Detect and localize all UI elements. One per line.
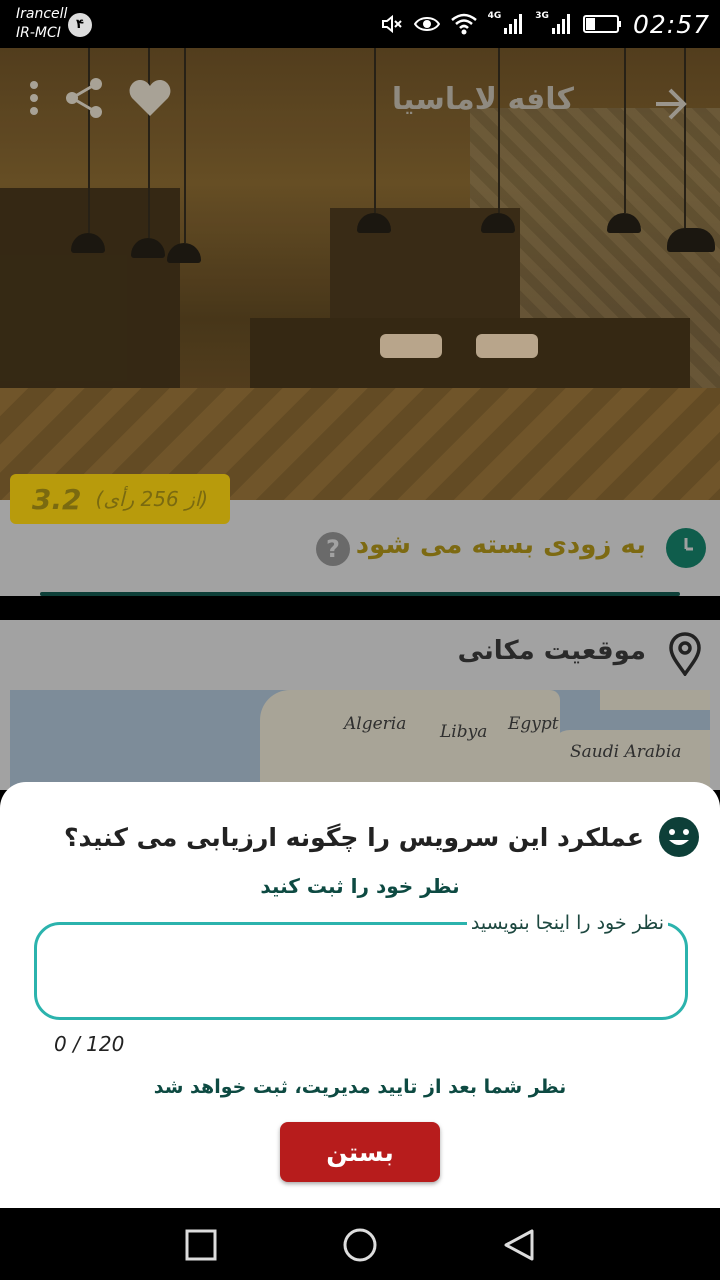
heart-icon	[129, 80, 171, 116]
help-icon[interactable]: ?	[316, 532, 350, 566]
battery-icon	[582, 15, 621, 33]
back-arrow-icon	[656, 88, 687, 120]
eye-icon	[413, 17, 440, 31]
back-button[interactable]	[650, 84, 690, 124]
signal-icon	[504, 14, 523, 34]
map-label-algeria: Algeria	[344, 714, 407, 734]
comment-field[interactable]	[34, 922, 688, 1020]
wifi-icon	[450, 13, 477, 35]
location-pin-icon	[669, 632, 701, 676]
dialog-header: عملکرد این سرویس را چگونه ارزیابی می کنی…	[64, 816, 700, 858]
comment-field-label: نظر خود را اینجا بنویسید	[466, 912, 668, 934]
comment-input[interactable]	[57, 935, 667, 1007]
dialog-prompt: نظر خود را ثبت کنید	[260, 874, 460, 898]
signal-icon-2	[551, 14, 570, 34]
carrier-name: Irancell IR-MCI	[16, 5, 67, 43]
map-label-saudi-arabia: Saudi Arabia	[570, 742, 682, 762]
system-nav-bar	[0, 1208, 720, 1280]
dialog-question: عملکرد این سرویس را چگونه ارزیابی می کنی…	[64, 822, 644, 852]
status-progress-line	[40, 592, 680, 596]
network-type-label: 4G	[487, 11, 502, 21]
recents-icon[interactable]	[182, 1226, 220, 1264]
close-button[interactable]: بستن	[280, 1122, 440, 1182]
carrier-line-1: Irancell	[16, 6, 68, 22]
rating-votes: (از 256 رأی)	[95, 487, 209, 511]
network-type-label-2: 3G	[535, 11, 549, 21]
rating-badge[interactable]: (از 256 رأی) 3.2	[10, 474, 230, 524]
more-vert-icon	[30, 81, 38, 115]
smiley-icon	[659, 817, 699, 857]
clock: 02:57	[632, 9, 710, 39]
app-bar	[0, 48, 720, 158]
sim-badge: ۴	[68, 13, 92, 37]
moderation-note: نظر شما بعد از تایید مدیریت، ثبت خواهد ش…	[153, 1076, 567, 1098]
mute-icon	[381, 14, 402, 34]
back-nav-icon[interactable]	[500, 1226, 538, 1264]
open-status-text: به زودی بسته می شود	[355, 530, 646, 560]
character-counter: 0 / 120	[54, 1032, 125, 1056]
more-options-button[interactable]	[22, 78, 46, 118]
carrier-line-2: IR-MCI	[16, 25, 61, 41]
rating-score: 3.2	[31, 482, 82, 516]
home-icon[interactable]	[341, 1226, 379, 1264]
share-icon	[66, 78, 102, 118]
favorite-button[interactable]	[126, 74, 174, 122]
location-map[interactable]: Algeria Libya Egypt Saudi Arabia	[10, 690, 710, 790]
map-label-egypt: Egypt	[508, 714, 559, 734]
location-title: موقعیت مکانی	[457, 636, 646, 666]
clock-icon	[666, 528, 706, 568]
share-button[interactable]	[64, 76, 104, 120]
map-label-libya: Libya	[440, 722, 488, 742]
status-bar: Irancell IR-MCI ۴ 4G 3G 02:57	[0, 0, 720, 48]
page-title: کافه لاماسیا	[391, 82, 574, 117]
